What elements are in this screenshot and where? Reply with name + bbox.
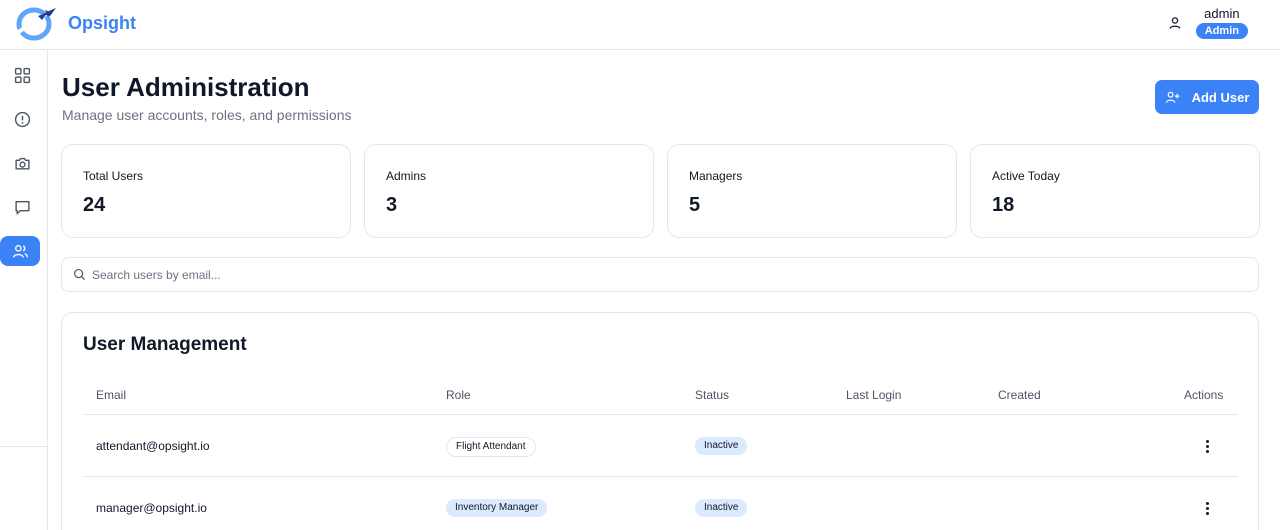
- add-user-button[interactable]: Add User: [1155, 80, 1259, 114]
- dashboard-icon: [14, 67, 30, 83]
- stat-value: 18: [992, 194, 1015, 216]
- stat-card-managers: Managers 5: [667, 144, 957, 238]
- status-badge: Inactive: [695, 437, 748, 455]
- add-user-label: Add User: [1191, 89, 1250, 105]
- stat-value: 3: [386, 194, 398, 216]
- user-plus-icon: [1165, 91, 1180, 103]
- sidebar-divider: [0, 446, 48, 447]
- column-header-status: Status: [695, 388, 730, 402]
- table-row: attendant@opsight.io Flight Attendant In…: [83, 415, 1238, 477]
- top-bar: Opsight admin Admin: [0, 0, 1280, 50]
- stat-value: 5: [689, 194, 701, 216]
- kebab-dot: [1205, 439, 1209, 443]
- more-actions-button[interactable]: [1197, 437, 1217, 455]
- stat-label: Active Today: [992, 169, 1060, 183]
- stat-value: 24: [83, 194, 106, 216]
- message-icon: [14, 200, 30, 214]
- column-header-last-login: Last Login: [846, 388, 902, 402]
- camera-icon: [14, 157, 30, 170]
- kebab-dot: [1205, 501, 1209, 505]
- kebab-dot: [1205, 444, 1209, 448]
- users-icon: [12, 244, 28, 258]
- column-header-email: Email: [96, 388, 127, 402]
- sidebar-item-dashboard[interactable]: [4, 60, 40, 90]
- user-name: admin: [1204, 6, 1240, 21]
- table-header: Email Role Status Last Login Created Act…: [83, 375, 1238, 415]
- user-email: manager@opsight.io: [96, 501, 207, 515]
- status-badge: Inactive: [695, 499, 748, 517]
- kebab-dot: [1205, 449, 1209, 453]
- kebab-dot: [1205, 506, 1209, 510]
- sidebar-item-messages[interactable]: [4, 192, 40, 222]
- column-header-role: Role: [446, 388, 471, 402]
- column-header-actions: Actions: [1184, 388, 1224, 402]
- kebab-dot: [1205, 511, 1209, 515]
- page-title: User Administration: [62, 72, 310, 102]
- table-row: manager@opsight.io Inventory Manager Ina…: [83, 477, 1238, 530]
- sidebar-item-users[interactable]: [0, 236, 40, 266]
- stat-card-active-today: Active Today 18: [970, 144, 1260, 238]
- stat-label: Admins: [386, 169, 427, 183]
- user-email: attendant@opsight.io: [96, 439, 210, 453]
- role-badge: Admin: [1195, 23, 1248, 39]
- sidebar-item-alerts[interactable]: [4, 104, 40, 134]
- role-badge: Inventory Manager: [446, 499, 548, 517]
- user-management-panel: User Management Email Role Status Last L…: [61, 312, 1259, 530]
- stat-card-total-users: Total Users 24: [61, 144, 351, 238]
- sidebar: [0, 50, 48, 530]
- stat-label: Managers: [689, 169, 743, 183]
- stat-label: Total Users: [83, 169, 144, 183]
- panel-title: User Management: [83, 334, 247, 355]
- search-input[interactable]: [92, 258, 1242, 291]
- logo-icon: [14, 6, 58, 41]
- main-content: User Administration Manage user accounts…: [48, 50, 1280, 530]
- alert-circle-icon: [14, 111, 30, 127]
- brand-name: Opsight: [68, 13, 136, 33]
- sidebar-item-camera[interactable]: [4, 148, 40, 178]
- user-menu[interactable]: admin Admin: [1168, 7, 1248, 39]
- stat-card-admins: Admins 3: [364, 144, 654, 238]
- stats-row: Total Users 24 Admins 3 Managers 5 Activ…: [61, 144, 1260, 238]
- column-header-created: Created: [998, 388, 1041, 402]
- search-icon: [73, 268, 86, 281]
- page-subtitle: Manage user accounts, roles, and permiss…: [62, 107, 352, 123]
- user-icon: [1169, 17, 1181, 29]
- search-bar: [61, 257, 1259, 292]
- role-badge: Flight Attendant: [446, 437, 536, 457]
- more-actions-button[interactable]: [1197, 499, 1217, 517]
